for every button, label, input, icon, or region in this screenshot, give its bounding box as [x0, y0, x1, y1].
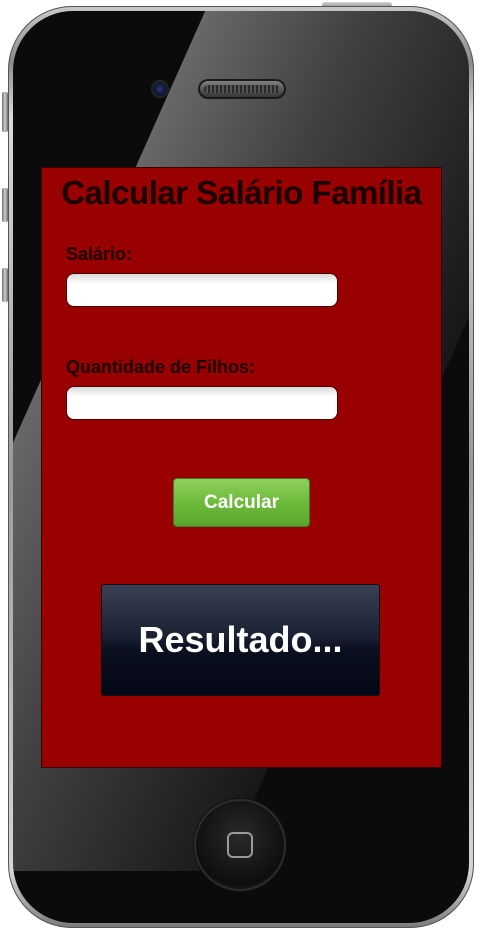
salary-label: Salário:: [66, 244, 133, 264]
children-count-label: Quantidade de Filhos:: [66, 357, 256, 377]
earpiece-speaker-icon: [198, 79, 286, 99]
home-button[interactable]: [196, 801, 284, 889]
calculate-button[interactable]: Calcular: [173, 478, 310, 527]
salary-input[interactable]: [66, 273, 338, 307]
result-display: Resultado...: [101, 584, 380, 696]
front-camera-icon: [151, 80, 169, 98]
home-square-icon: [227, 832, 253, 858]
result-text: Resultado...: [138, 619, 343, 660]
app-screen: Calcular Salário Família Salário: Quanti…: [41, 167, 442, 768]
page-title: Calcular Salário Família: [61, 174, 422, 211]
children-count-input[interactable]: [66, 386, 338, 420]
